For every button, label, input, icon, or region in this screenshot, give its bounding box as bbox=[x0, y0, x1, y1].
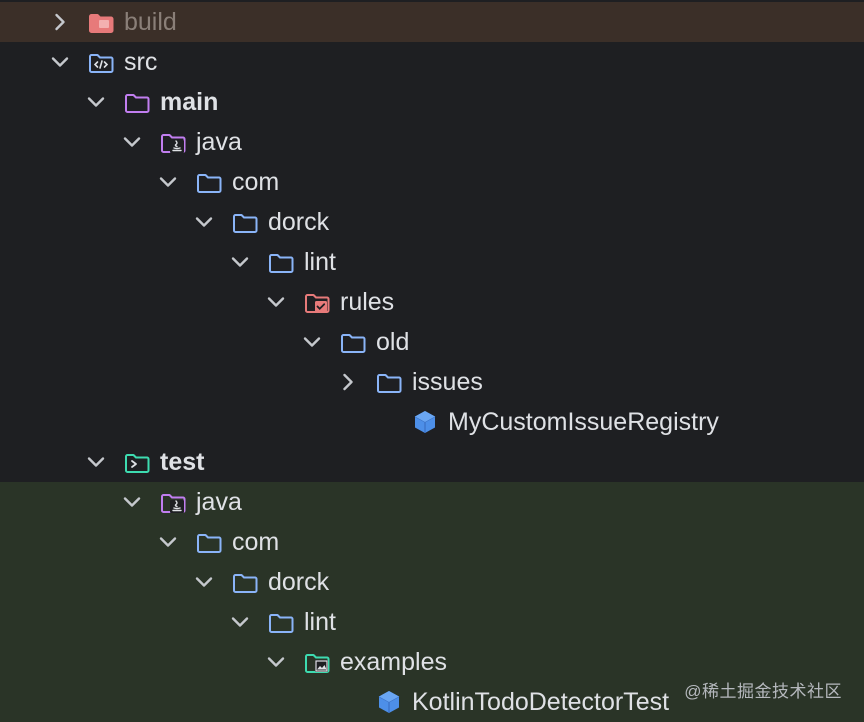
package-folder-icon bbox=[194, 169, 224, 195]
tree-row-registry-class[interactable]: MyCustomIssueRegistry bbox=[0, 402, 864, 442]
tree-item-label: java bbox=[196, 488, 242, 516]
project-tree: build src main java com dorck lint rules… bbox=[0, 2, 864, 722]
tree-item-label: old bbox=[376, 328, 410, 356]
tree-row-test-com[interactable]: com bbox=[0, 522, 864, 562]
chevron-down-icon[interactable] bbox=[193, 211, 215, 233]
chevron-right-icon[interactable] bbox=[337, 371, 359, 393]
chevron-down-icon[interactable] bbox=[157, 531, 179, 553]
tree-row-rules[interactable]: rules bbox=[0, 282, 864, 322]
chevron-down-icon[interactable] bbox=[85, 91, 107, 113]
tree-item-label: main bbox=[160, 88, 219, 116]
tree-row-main[interactable]: main bbox=[0, 82, 864, 122]
tree-row-build[interactable]: build bbox=[0, 2, 864, 42]
tree-item-label: lint bbox=[304, 248, 336, 276]
module-folder-icon bbox=[122, 89, 152, 115]
tree-item-label: dorck bbox=[268, 568, 330, 596]
source-folder-icon bbox=[86, 49, 116, 75]
java-source-folder-icon bbox=[158, 129, 188, 155]
test-resources-folder-icon bbox=[302, 649, 332, 675]
tree-item-label: examples bbox=[340, 648, 447, 676]
chevron-down-icon[interactable] bbox=[265, 651, 287, 673]
tree-row-main-com[interactable]: com bbox=[0, 162, 864, 202]
excluded-folder-icon bbox=[86, 9, 116, 35]
package-folder-icon bbox=[230, 569, 260, 595]
package-folder-icon bbox=[266, 609, 296, 635]
test-folder-icon bbox=[122, 449, 152, 475]
class-icon bbox=[374, 689, 404, 715]
package-folder-icon bbox=[266, 249, 296, 275]
class-icon bbox=[410, 409, 440, 435]
tree-item-label: build bbox=[124, 8, 177, 36]
tree-item-label: rules bbox=[340, 288, 395, 316]
chevron-down-icon[interactable] bbox=[49, 51, 71, 73]
tree-item-label: com bbox=[232, 528, 280, 556]
chevron-down-icon[interactable] bbox=[229, 251, 251, 273]
tree-item-label: lint bbox=[304, 608, 336, 636]
tree-item-label: src bbox=[124, 48, 158, 76]
chevron-down-icon[interactable] bbox=[229, 611, 251, 633]
package-folder-icon bbox=[230, 209, 260, 235]
chevron-right-icon[interactable] bbox=[49, 11, 71, 33]
tree-row-main-lint[interactable]: lint bbox=[0, 242, 864, 282]
chevron-down-icon[interactable] bbox=[301, 331, 323, 353]
tree-item-label: test bbox=[160, 448, 205, 476]
tree-item-label: java bbox=[196, 128, 242, 156]
tree-row-main-dorck[interactable]: dorck bbox=[0, 202, 864, 242]
chevron-down-icon[interactable] bbox=[85, 451, 107, 473]
tree-row-issues[interactable]: issues bbox=[0, 362, 864, 402]
chevron-down-icon[interactable] bbox=[193, 571, 215, 593]
watermark: @稀土掘金技术社区 bbox=[684, 682, 842, 701]
tree-row-old[interactable]: old bbox=[0, 322, 864, 362]
chevron-down-icon[interactable] bbox=[157, 171, 179, 193]
tree-row-test[interactable]: test bbox=[0, 442, 864, 482]
tree-row-test-java[interactable]: java bbox=[0, 482, 864, 522]
tree-item-label: MyCustomIssueRegistry bbox=[448, 408, 719, 436]
tree-item-label: com bbox=[232, 168, 280, 196]
tree-item-label: issues bbox=[412, 368, 483, 396]
tree-item-label: KotlinTodoDetectorTest bbox=[412, 688, 670, 716]
package-folder-icon bbox=[374, 369, 404, 395]
chevron-down-icon[interactable] bbox=[121, 131, 143, 153]
package-folder-icon bbox=[194, 529, 224, 555]
tree-row-main-java[interactable]: java bbox=[0, 122, 864, 162]
tree-row-examples[interactable]: examples bbox=[0, 642, 864, 682]
chevron-down-icon[interactable] bbox=[265, 291, 287, 313]
chevron-down-icon[interactable] bbox=[121, 491, 143, 513]
tree-row-test-lint[interactable]: lint bbox=[0, 602, 864, 642]
tree-row-src[interactable]: src bbox=[0, 42, 864, 82]
tree-item-label: dorck bbox=[268, 208, 330, 236]
tree-row-test-dorck[interactable]: dorck bbox=[0, 562, 864, 602]
package-folder-icon bbox=[338, 329, 368, 355]
java-source-folder-icon bbox=[158, 489, 188, 515]
rules-folder-icon bbox=[302, 289, 332, 315]
